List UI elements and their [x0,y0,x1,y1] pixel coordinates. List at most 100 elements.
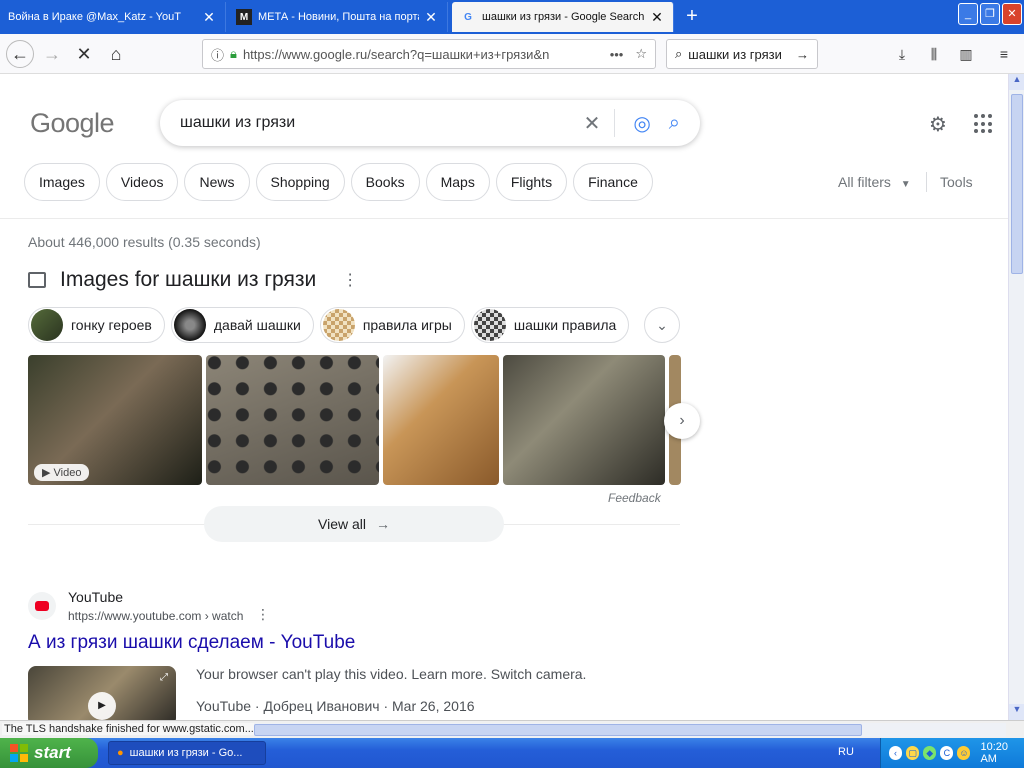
view-all-label: View all [318,516,366,532]
stop-button[interactable]: ✕ [70,40,98,68]
result-snippet: Your browser can't play this video. Lear… [196,666,587,682]
start-label: start [34,743,71,762]
apps-grid-icon[interactable] [974,114,994,134]
taskbar-window-item[interactable]: ● шашки из грязи - Go... [108,741,266,765]
tray-icon[interactable]: ▢ [906,746,920,760]
tab-title: шашки из грязи - Google Search [482,11,645,23]
related-chip-label: гонку героев [71,317,152,333]
image-result[interactable] [206,355,379,485]
sidebar-icon[interactable]: ▥ [956,44,976,64]
tab-google-search[interactable]: G шашки из грязи - Google Search ✕ [452,2,674,32]
scroll-down-icon[interactable]: ▼ [1009,704,1024,720]
close-icon[interactable]: ✕ [649,9,665,26]
chip-flights[interactable]: Flights [495,163,568,201]
home-button[interactable]: ⌂ [102,40,130,68]
play-icon: ▶ [42,467,51,479]
chip-news[interactable]: News [184,163,250,201]
minimize-button[interactable]: _ [958,3,978,25]
related-chip[interactable]: правила игры [319,307,465,343]
url-bar[interactable]: ⓘ 🔒︎ https://www.google.ru/search?q=шашк… [202,39,656,69]
back-button[interactable]: ← [6,40,34,68]
tab-youtube[interactable]: Война в Ираке @Max_Katz - YouT ✕ [0,2,226,32]
download-icon[interactable]: ⤓ [892,44,912,64]
related-chip[interactable]: давай шашки [170,307,314,343]
firefox-icon: ● [117,747,124,759]
info-icon[interactable]: ⓘ [211,45,224,64]
chip-shopping[interactable]: Shopping [255,163,345,201]
restore-button[interactable]: ❐ [980,3,1000,25]
new-tab-button[interactable]: + [680,4,704,28]
window-close-button[interactable]: ✕ [1002,3,1022,25]
result-site-name[interactable]: YouTube [68,589,123,605]
expand-icon[interactable]: ⤢ [160,672,168,683]
scrollbar-thumb[interactable] [254,724,862,736]
youtube-icon [28,592,56,620]
lens-camera-icon[interactable]: ◎ [633,111,650,136]
all-filters-label: All filters [838,174,891,190]
bookmark-star-icon[interactable]: ☆ [635,46,647,62]
image-result[interactable]: ▶ Video [28,355,202,485]
google-search-box[interactable]: шашки из грязи ✕ ◎ ⌕ [160,100,700,146]
search-icon[interactable]: ⌕ [669,112,680,135]
tray-icon[interactable]: ◆ [923,746,937,760]
browser-search-value: шашки из грязи [688,46,782,62]
images-section-title: Images for шашки из грязи [60,268,317,291]
chip-videos[interactable]: Videos [105,163,179,201]
chip-maps[interactable]: Maps [425,163,490,201]
chip-books[interactable]: Books [350,163,420,201]
more-options-icon[interactable]: ⋮ [342,270,358,290]
system-tray: ‹ ▢ ◆ C ☺ 10:20 AM [880,738,1024,768]
page-actions-icon[interactable]: ••• [610,47,624,62]
chip-thumbnail [322,309,355,341]
tray-icon[interactable]: C [940,746,954,760]
close-icon[interactable]: ✕ [423,9,439,26]
start-button[interactable]: start [0,738,98,768]
more-options-icon[interactable]: ⋮ [256,606,270,623]
chip-thumbnail [31,309,63,341]
close-icon[interactable]: ✕ [201,9,217,26]
go-arrow-icon[interactable]: → [796,47,809,62]
related-chip[interactable]: гонку героев [28,307,165,343]
library-icon[interactable]: ⫼ [924,44,944,64]
tray-icon[interactable]: ☺ [957,746,971,760]
chip-finance[interactable]: Finance [573,163,653,201]
next-images-button[interactable]: › [664,403,700,439]
chip-images[interactable]: Images [24,163,100,201]
status-text: The TLS handshake finished for www.gstat… [2,723,256,735]
forward-button[interactable]: → [38,40,66,68]
browser-search-box[interactable]: ⌕ шашки из грязи → [666,39,818,69]
related-chip[interactable]: шашки правила [470,307,630,343]
arrow-right-icon: → [376,516,390,532]
all-filters-button[interactable]: All filters ▼ [838,174,911,190]
tray-icon[interactable]: ‹ [889,746,903,760]
menu-icon[interactable]: ≡ [994,44,1014,64]
result-title-link[interactable]: А из грязи шашки сделаем - YouTube [28,632,355,654]
tab-title: МЕТА - Новини, Пошта на порта [258,11,419,23]
google-logo[interactable]: Google [30,108,115,139]
image-result[interactable] [503,355,665,485]
scroll-up-icon[interactable]: ▲ [1009,74,1024,90]
search-type-chips: Images Videos News Shopping Books Maps F… [24,163,653,201]
search-icon: ⌕ [675,46,683,61]
image-result[interactable] [383,355,499,485]
expand-chips-button[interactable]: ⌄ [644,307,680,343]
scrollbar-thumb[interactable] [1011,94,1023,274]
tools-button[interactable]: Tools [940,174,973,190]
image-icon [28,272,46,288]
vertical-scrollbar[interactable]: ▲ ▼ [1008,74,1024,720]
feedback-link[interactable]: Feedback [608,491,661,505]
view-all-button[interactable]: View all → [204,506,504,542]
horizontal-scrollbar[interactable] [254,723,1006,737]
video-thumbnail[interactable]: ▶ ⤢ [28,666,176,720]
search-query[interactable]: шашки из грязи [180,114,566,132]
divider [926,172,927,192]
related-chip-label: правила игры [362,317,452,333]
lock-icon: 🔒︎ [230,46,237,61]
gear-icon[interactable]: ⚙ [926,112,950,136]
tab-meta[interactable]: M МЕТА - Новини, Пошта на порта ✕ [228,2,448,32]
result-stats: About 446,000 results (0.35 seconds) [28,234,261,250]
clear-icon[interactable]: ✕ [584,111,601,136]
result-url[interactable]: https://www.youtube.com › watch [68,609,243,623]
language-indicator[interactable]: RU [838,746,854,758]
play-icon[interactable]: ▶ [88,692,116,720]
